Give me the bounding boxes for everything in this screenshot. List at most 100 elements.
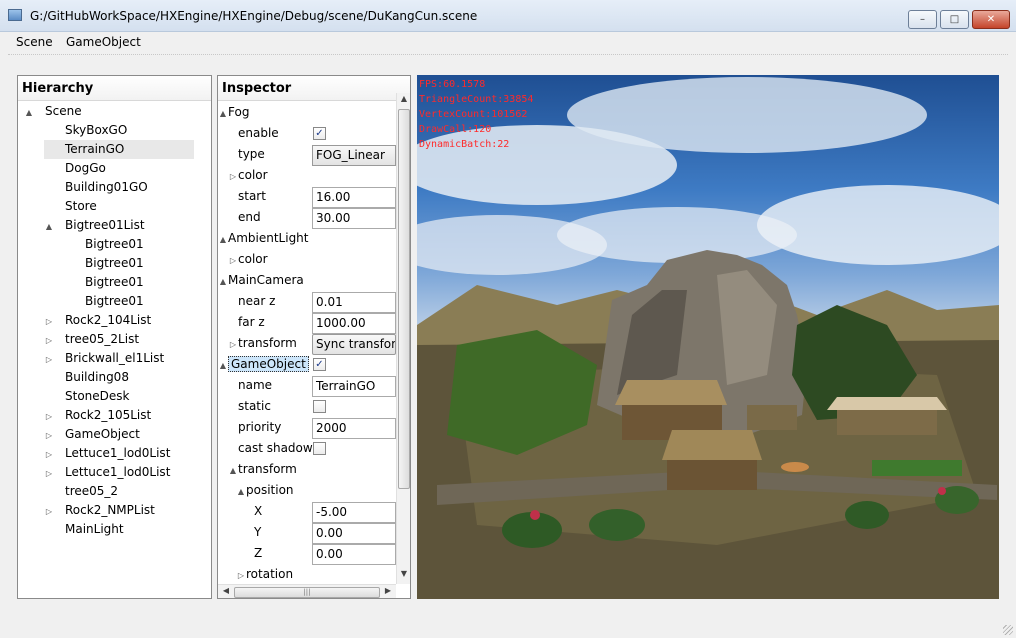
inspector-row: far z 1000.00 — [218, 312, 396, 334]
expand-arrow-icon[interactable]: ▷ — [228, 166, 238, 187]
tree-item[interactable]: ▲ Bigtree01List — [44, 216, 145, 235]
property-value-field[interactable]: 1000.00 — [312, 313, 396, 334]
app-window-icon — [8, 9, 22, 21]
property-label: color — [238, 252, 268, 266]
inspector-row: end 30.00 — [218, 207, 396, 229]
expand-arrow-icon[interactable]: ▷ — [44, 407, 54, 426]
inspector-row: enable ✓ — [218, 123, 396, 144]
tree-item[interactable]: Bigtree01 — [64, 235, 144, 254]
property-checkbox[interactable] — [313, 442, 326, 455]
expand-arrow-icon[interactable]: ▷ — [44, 464, 54, 483]
tree-item[interactable]: Bigtree01 — [64, 292, 144, 311]
expand-arrow-icon[interactable]: ▲ — [218, 355, 228, 376]
tree-item-label: Building01GO — [65, 180, 148, 194]
menu-scene[interactable]: Scene — [16, 35, 53, 49]
expand-arrow-icon[interactable]: ▲ — [218, 271, 228, 292]
property-checkbox[interactable]: ✓ — [313, 127, 326, 140]
expand-arrow-icon[interactable]: ▷ — [228, 250, 238, 271]
expand-arrow-icon[interactable]: ▲ — [218, 103, 228, 124]
menu-gameobject[interactable]: GameObject — [66, 35, 141, 49]
tree-item[interactable]: Bigtree01 — [64, 254, 144, 273]
tree-item[interactable]: Building08 — [44, 368, 129, 387]
inspector-horizontal-scrollbar[interactable]: ◀ ||| ▶ — [218, 584, 396, 598]
expand-arrow-icon[interactable]: ▷ — [44, 331, 54, 350]
property-value-field[interactable]: 0.01 — [312, 292, 396, 313]
property-combo-box[interactable]: FOG_Linear — [312, 145, 396, 166]
title-bar: G:/GitHubWorkSpace/HXEngine/HXEngine/Deb… — [0, 0, 1016, 32]
tree-item[interactable]: ▲ Scene — [24, 102, 82, 121]
tree-item[interactable]: Store — [44, 197, 97, 216]
property-value-field[interactable]: 0.00 — [312, 544, 396, 565]
maximize-button[interactable]: □ — [940, 10, 969, 29]
expand-arrow-icon[interactable]: ▲ — [218, 229, 228, 250]
property-checkbox[interactable] — [313, 400, 326, 413]
inspector-row: ▷transform Sync transform — [218, 333, 396, 355]
property-value-field[interactable]: 16.00 — [312, 187, 396, 208]
sync-transform-button[interactable]: Sync transform — [312, 334, 396, 355]
property-value-field[interactable]: 0.00 — [312, 523, 396, 544]
expand-arrow-icon[interactable]: ▷ — [44, 350, 54, 369]
scroll-up-arrow-icon[interactable]: ▲ — [397, 94, 410, 108]
expand-arrow-icon[interactable]: ▲ — [228, 460, 238, 481]
tree-item[interactable]: TerrainGO — [44, 140, 194, 159]
property-label: cast shadow — [238, 441, 313, 455]
scene-viewport[interactable]: FPS:60.1578 TriangleCount:33854 VertexCo… — [417, 75, 999, 599]
minimize-button[interactable]: – — [908, 10, 937, 29]
property-value-field[interactable]: -5.00 — [312, 502, 396, 523]
tree-item[interactable]: StoneDesk — [44, 387, 129, 406]
tree-item[interactable]: ▷ Rock2_105List — [44, 406, 151, 425]
tree-item[interactable]: DogGo — [44, 159, 106, 178]
expand-arrow-icon[interactable]: ▷ — [236, 565, 246, 584]
inspector-row: ▷ rotation — [218, 564, 396, 584]
property-label: position — [246, 483, 294, 497]
tree-item[interactable]: Bigtree01 — [64, 273, 144, 292]
tree-item[interactable]: ▷ GameObject — [44, 425, 140, 444]
tree-item[interactable]: ▷ Rock2_104List — [44, 311, 151, 330]
expand-arrow-icon[interactable]: ▷ — [44, 312, 54, 331]
expand-arrow-icon[interactable]: ▷ — [228, 334, 238, 355]
tree-item[interactable]: ▷ Lettuce1_lod0List — [44, 444, 170, 463]
scene-render[interactable]: FPS:60.1578 TriangleCount:33854 VertexCo… — [417, 75, 999, 599]
property-value-field[interactable]: TerrainGO — [312, 376, 396, 397]
scene-illustration — [417, 77, 999, 599]
inspector-row: ▲ Fog — [218, 102, 396, 123]
tree-item[interactable]: MainLight — [44, 520, 124, 539]
property-checkbox[interactable]: ✓ — [313, 358, 326, 371]
inspector-vertical-scrollbar[interactable]: ▲ ▼ — [396, 93, 410, 584]
close-button[interactable]: ✕ — [972, 10, 1010, 29]
property-label: Y — [254, 525, 262, 539]
property-label: enable — [238, 126, 279, 140]
tree-item-label: Bigtree01 — [85, 275, 144, 289]
resize-grip-icon[interactable] — [1003, 625, 1013, 635]
scroll-right-arrow-icon[interactable]: ▶ — [381, 586, 395, 595]
inspector-row: priority 2000 — [218, 417, 396, 439]
property-label: transform — [238, 462, 297, 476]
scrollbar-thumb[interactable] — [398, 109, 410, 489]
expand-arrow-icon[interactable]: ▲ — [24, 103, 34, 122]
tree-item[interactable]: Building01GO — [44, 178, 148, 197]
tree-item-label: Scene — [45, 104, 82, 118]
expand-arrow-icon[interactable]: ▲ — [236, 481, 246, 502]
expand-arrow-icon[interactable]: ▷ — [44, 445, 54, 464]
scrollbar-thumb[interactable]: ||| — [234, 587, 380, 598]
inspector-row: ▷ color — [218, 165, 396, 186]
property-label: priority — [238, 420, 282, 434]
expand-arrow-icon[interactable]: ▲ — [44, 217, 54, 236]
tree-item-label: tree05_2 — [65, 484, 119, 498]
property-value-field[interactable]: 2000 — [312, 418, 396, 439]
tree-item[interactable]: SkyBoxGO — [44, 121, 127, 140]
fps-stat: FPS:60.1578 — [419, 79, 486, 90]
tree-item[interactable]: tree05_2 — [44, 482, 118, 501]
tree-item-label: DogGo — [65, 161, 106, 175]
tree-item[interactable]: ▷ Brickwall_el1List — [44, 349, 164, 368]
tree-item[interactable]: ▷ Rock2_NMPList — [44, 501, 155, 520]
expand-arrow-icon[interactable]: ▷ — [44, 426, 54, 445]
inspector-row: near z 0.01 — [218, 291, 396, 313]
tree-item-label: Bigtree01 — [85, 294, 144, 308]
expand-arrow-icon[interactable]: ▷ — [44, 502, 54, 521]
tree-item[interactable]: ▷ Lettuce1_lod0List — [44, 463, 170, 482]
tree-item[interactable]: ▷ tree05_2List — [44, 330, 139, 349]
scroll-down-arrow-icon[interactable]: ▼ — [397, 569, 410, 583]
property-value-field[interactable]: 30.00 — [312, 208, 396, 229]
scroll-left-arrow-icon[interactable]: ◀ — [219, 586, 233, 595]
